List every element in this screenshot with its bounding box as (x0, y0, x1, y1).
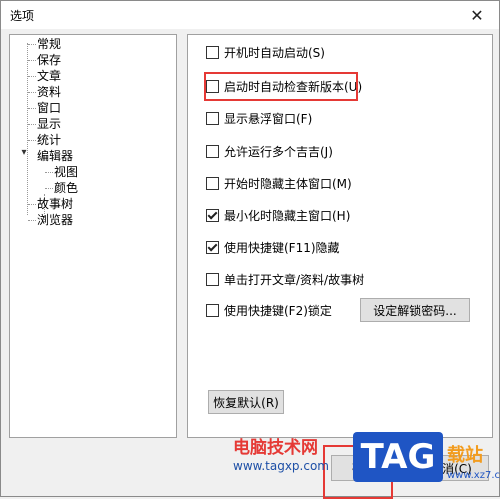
option-label: 单击打开文章/资料/故事树 (224, 272, 365, 287)
tree-item-browser[interactable]: 浏览器 (37, 212, 73, 228)
option-label: 最小化时隐藏主窗口(H) (224, 208, 351, 223)
tree-connector (28, 92, 36, 93)
option-check-updates[interactable]: 启动时自动检查新版本(U) (206, 77, 362, 95)
tree-connector (28, 108, 36, 109)
tree-connector (28, 76, 36, 77)
option-autostart[interactable]: 开机时自动启动(S) (206, 43, 325, 61)
watermark-url: www.tagxp.com (233, 459, 329, 473)
tree-item-editor[interactable]: 编辑器 (37, 148, 73, 164)
tree-item-display[interactable]: 显示 (37, 116, 61, 132)
checkbox[interactable] (206, 303, 219, 317)
option-multiple-instances[interactable]: 允许运行多个吉吉(J) (206, 142, 333, 160)
checkbox-checked[interactable] (206, 240, 219, 254)
tree-connector (28, 60, 36, 61)
option-hide-main-on-start[interactable]: 开始时隐藏主体窗口(M) (206, 174, 352, 192)
watermark-suffix: 载站 (447, 445, 483, 466)
tree-item-color[interactable]: 颜色 (54, 180, 78, 196)
tree-connector (28, 140, 36, 141)
option-floating-window[interactable]: 显示悬浮窗口(F) (206, 109, 312, 127)
watermark-site-name: 电脑技术网 (233, 438, 318, 458)
tree-item-save[interactable]: 保存 (37, 52, 61, 68)
general-options-panel: 开机时自动启动(S) 启动时自动检查新版本(U) 显示悬浮窗口(F) 允许运行多… (187, 34, 493, 438)
checkbox[interactable] (206, 272, 219, 286)
checkbox[interactable] (206, 176, 219, 190)
set-unlock-password-button[interactable]: 设定解锁密码... (360, 298, 470, 322)
title-bar: 选项 ✕ (1, 1, 499, 29)
option-label: 开机时自动启动(S) (224, 45, 325, 60)
option-hotkey-hide[interactable]: 使用快捷键(F11)隐藏 (206, 238, 340, 256)
checkbox-checked[interactable] (206, 208, 219, 222)
option-label: 使用快捷键(F11)隐藏 (224, 240, 340, 255)
checkbox[interactable] (206, 111, 219, 125)
restore-defaults-button[interactable]: 恢复默认(R) (208, 390, 284, 414)
option-hide-on-minimize[interactable]: 最小化时隐藏主窗口(H) (206, 206, 350, 224)
category-tree: 常规 保存 文章 资料 窗口 显示 统计 ▾ 编辑器 视图 颜色 故事树 浏览器 (9, 34, 177, 438)
tree-item-general[interactable]: 常规 (37, 36, 61, 52)
option-hotkey-lock[interactable]: 使用快捷键(F2)锁定 (206, 301, 332, 319)
tree-connector (45, 188, 53, 189)
checkbox[interactable] (206, 79, 219, 93)
close-button[interactable]: ✕ (455, 1, 499, 29)
tree-item-material[interactable]: 资料 (37, 84, 61, 100)
tree-connector (28, 204, 36, 205)
close-icon: ✕ (470, 5, 484, 25)
tree-connector (27, 43, 28, 215)
tree-item-statistics[interactable]: 统计 (37, 132, 61, 148)
watermark-logo: TAG (353, 432, 443, 482)
watermark-suffix-url: www.xz7.com (447, 470, 500, 481)
tree-item-story-tree[interactable]: 故事树 (37, 196, 73, 212)
dialog-title: 选项 (10, 9, 35, 23)
checkbox[interactable] (206, 144, 219, 158)
checkbox[interactable] (206, 45, 219, 59)
option-label: 使用快捷键(F2)锁定 (224, 303, 332, 318)
option-label: 允许运行多个吉吉(J) (224, 144, 333, 159)
option-label: 启动时自动检查新版本(U) (224, 79, 363, 94)
tree-connector (28, 44, 36, 45)
option-single-click-open[interactable]: 单击打开文章/资料/故事树 (206, 270, 364, 288)
option-label: 开始时隐藏主体窗口(M) (224, 176, 352, 191)
tree-item-window[interactable]: 窗口 (37, 100, 61, 116)
tree-connector (28, 220, 36, 221)
tree-item-article[interactable]: 文章 (37, 68, 61, 84)
options-dialog: 选项 ✕ 常规 保存 文章 资料 窗口 显示 统计 ▾ 编辑器 视图 颜色 故事… (0, 0, 500, 499)
tree-connector (28, 124, 36, 125)
chevron-down-icon[interactable]: ▾ (19, 148, 29, 158)
tree-connector (45, 172, 53, 173)
tree-item-view[interactable]: 视图 (54, 164, 78, 180)
option-label: 显示悬浮窗口(F) (224, 111, 313, 126)
